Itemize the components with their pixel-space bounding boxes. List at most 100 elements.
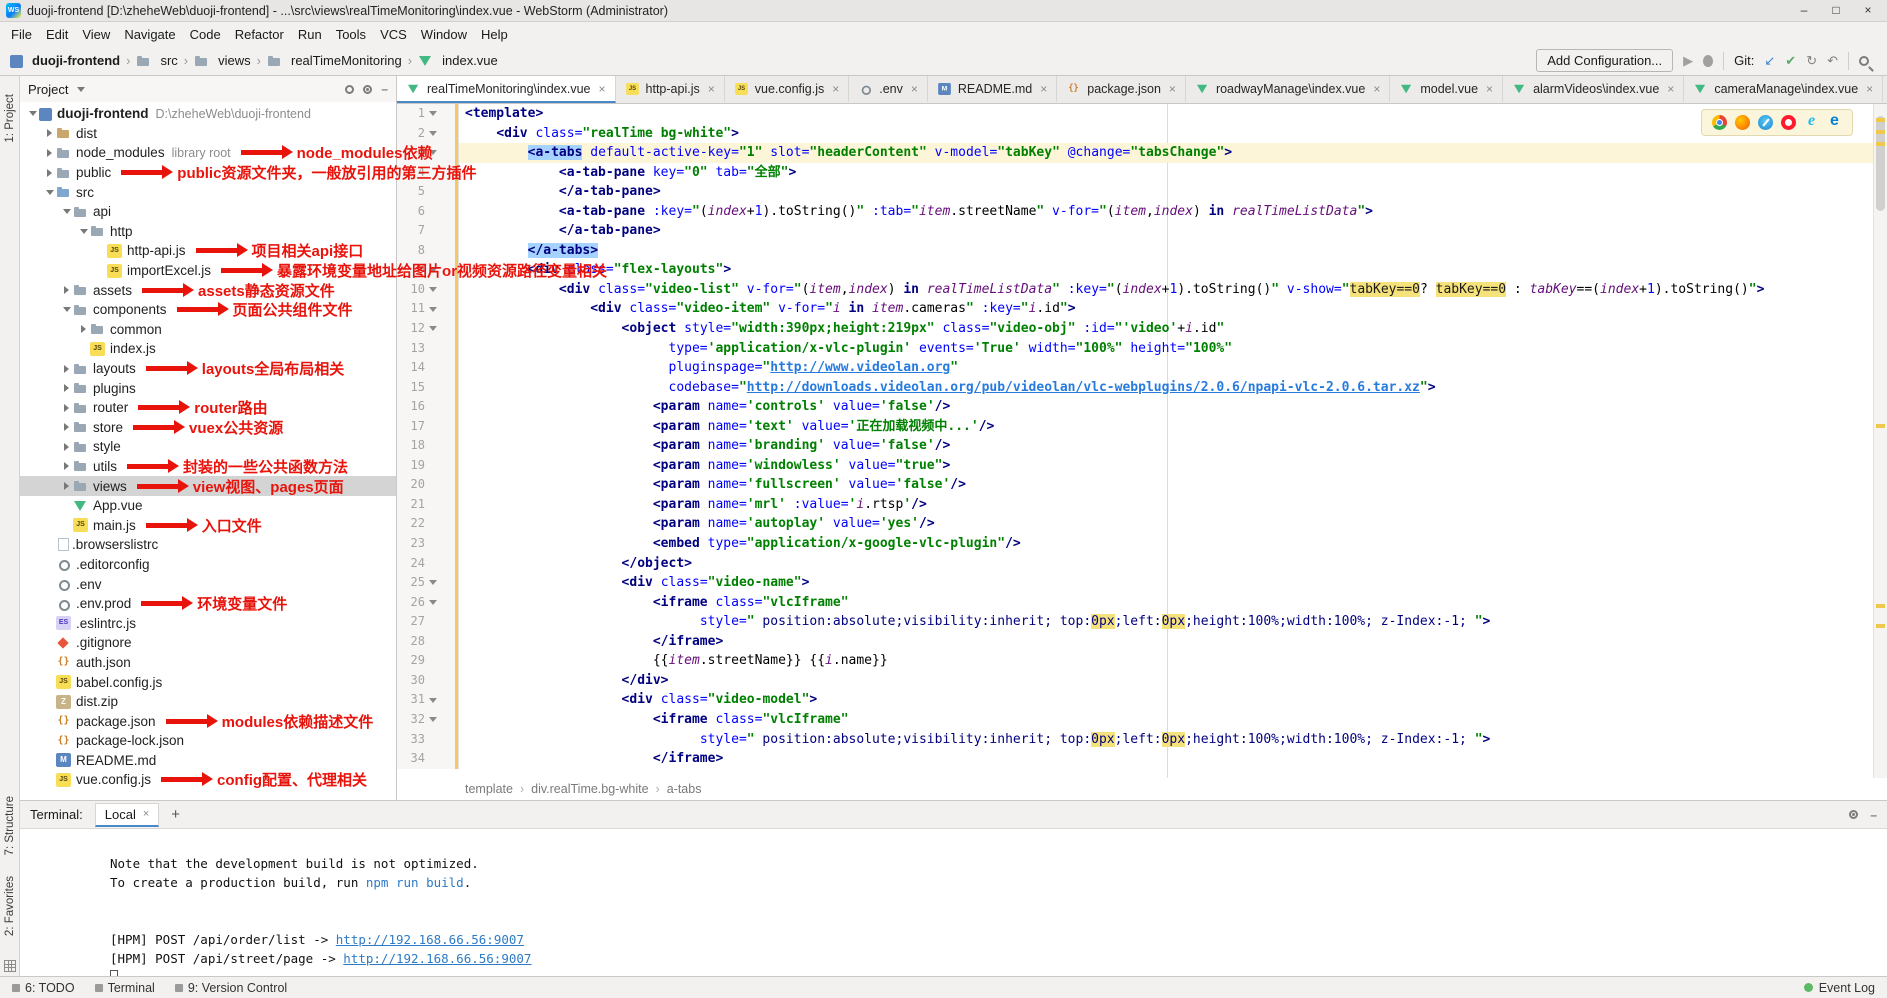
tree-item-readme-md[interactable]: README.md: [20, 751, 396, 771]
editor-tab-realtimemonitoring-index-vue[interactable]: realTimeMonitoring\index.vue×: [397, 76, 616, 103]
tree-item-gitignore[interactable]: .gitignore: [20, 633, 396, 653]
fold-icon[interactable]: [425, 326, 441, 331]
menu-edit[interactable]: Edit: [39, 25, 75, 44]
menu-refactor[interactable]: Refactor: [228, 25, 291, 44]
code-line-27[interactable]: 27 style=" position:absolute;visibility:…: [397, 612, 1873, 632]
tree-item-dist-zip[interactable]: dist.zip: [20, 692, 396, 712]
code-line-28[interactable]: 28 </iframe>: [397, 632, 1873, 652]
hide-panel-icon[interactable]: –: [381, 82, 388, 96]
menu-vcs[interactable]: VCS: [373, 25, 414, 44]
code-line-21[interactable]: 21 <param name='mrl' :value='i.rtsp'/>: [397, 495, 1873, 515]
tree-item-components[interactable]: components页面公共组件文件: [20, 300, 396, 320]
tree-item-browserslistrc[interactable]: .browserslistrc: [20, 535, 396, 555]
close-icon[interactable]: ×: [708, 82, 715, 96]
menu-run[interactable]: Run: [291, 25, 329, 44]
editor-breadcrumb-template[interactable]: template: [465, 782, 513, 796]
locate-file-icon[interactable]: [345, 85, 354, 94]
chevron-down-icon[interactable]: [77, 229, 90, 234]
editor-tab-alarmvideos-index-vue[interactable]: alarmVideos\index.vue×: [1503, 76, 1684, 103]
chevron-right-icon[interactable]: [43, 149, 56, 157]
close-icon[interactable]: ×: [911, 82, 918, 96]
code-line-22[interactable]: 22 <param name='autoplay' value='yes'/>: [397, 514, 1873, 534]
search-everywhere-icon[interactable]: [1859, 56, 1869, 66]
chevron-right-icon[interactable]: [43, 129, 56, 137]
tree-item-auth-json[interactable]: auth.json: [20, 653, 396, 673]
tree-item-node-modules[interactable]: node_moduleslibrary rootnode_modules依赖: [20, 143, 396, 163]
close-button[interactable]: ×: [1853, 2, 1883, 20]
fold-icon[interactable]: [425, 580, 441, 585]
tree-item-dist[interactable]: dist: [20, 124, 396, 144]
code-line-32[interactable]: 32 <iframe class="vlcIframe": [397, 710, 1873, 730]
chevron-right-icon[interactable]: [43, 169, 56, 177]
minimize-button[interactable]: –: [1789, 2, 1819, 20]
editor-tab-package-json[interactable]: package.json×: [1057, 76, 1186, 103]
tool-windows-grid-icon[interactable]: [4, 960, 16, 972]
chevron-down-icon[interactable]: [26, 111, 39, 116]
editor-tab-model-vue[interactable]: model.vue×: [1390, 76, 1503, 103]
tree-item-env-prod[interactable]: .env.prod环境变量文件: [20, 594, 396, 614]
editor-scrollbar[interactable]: [1873, 104, 1887, 778]
breadcrumb-item-views[interactable]: views: [194, 53, 251, 68]
menu-navigate[interactable]: Navigate: [117, 25, 182, 44]
close-icon[interactable]: ×: [1373, 82, 1380, 96]
close-icon[interactable]: ×: [832, 82, 839, 96]
tree-item-api[interactable]: api: [20, 202, 396, 222]
chevron-right-icon[interactable]: [60, 365, 73, 373]
tree-item-app-vue[interactable]: App.vue: [20, 496, 396, 516]
maximize-button[interactable]: □: [1821, 2, 1851, 20]
fold-icon[interactable]: [425, 698, 441, 703]
minimize-terminal-icon[interactable]: –: [1870, 808, 1877, 822]
close-icon[interactable]: ×: [1866, 82, 1873, 96]
status-9-version-control[interactable]: 9: Version Control: [175, 981, 287, 995]
code-line-2[interactable]: 2 <div class="realTime bg-white">: [397, 124, 1873, 144]
status-terminal[interactable]: Terminal: [95, 981, 155, 995]
chevron-right-icon[interactable]: [60, 482, 73, 490]
tree-item-views[interactable]: viewsview视图、pages页面: [20, 476, 396, 496]
fold-icon[interactable]: [425, 131, 441, 136]
tool-window-button-2-favorites[interactable]: 2: Favorites: [4, 876, 16, 936]
code-line-5[interactable]: 5 </a-tab-pane>: [397, 182, 1873, 202]
tree-item-env[interactable]: .env: [20, 574, 396, 594]
menu-help[interactable]: Help: [474, 25, 515, 44]
code-line-11[interactable]: 11 <div class="video-item" v-for="i in i…: [397, 299, 1873, 319]
close-icon[interactable]: ×: [1040, 82, 1047, 96]
debug-button[interactable]: [1703, 55, 1713, 67]
tab-list-icon[interactable]: [1883, 81, 1887, 99]
tree-item-store[interactable]: storevuex公共资源: [20, 418, 396, 438]
add-configuration-button[interactable]: Add Configuration...: [1536, 49, 1673, 72]
code-line-9[interactable]: 9 <div class="flex-layouts">: [397, 260, 1873, 280]
chevron-right-icon[interactable]: [60, 462, 73, 470]
code-line-1[interactable]: 1<template>: [397, 104, 1873, 124]
chevron-down-icon[interactable]: [43, 190, 56, 195]
close-icon[interactable]: ×: [599, 82, 606, 96]
chevron-down-icon[interactable]: [60, 209, 73, 214]
run-button[interactable]: ▶: [1683, 53, 1693, 69]
tree-item-package-json[interactable]: package.jsonmodules依赖描述文件: [20, 711, 396, 731]
close-icon[interactable]: ×: [143, 808, 149, 820]
status-6-todo[interactable]: 6: TODO: [12, 981, 75, 995]
code-line-34[interactable]: 34 </iframe>: [397, 749, 1873, 769]
breadcrumb-item-duoji-frontend[interactable]: duoji-frontend: [10, 53, 120, 68]
chevron-right-icon[interactable]: [60, 423, 73, 431]
code-line-10[interactable]: 10 <div class="video-list" v-for="(item,…: [397, 280, 1873, 300]
code-line-26[interactable]: 26 <iframe class="vlcIframe": [397, 593, 1873, 613]
git-update-icon[interactable]: ↙: [1764, 53, 1775, 69]
tree-item-eslintrc-js[interactable]: .eslintrc.js: [20, 613, 396, 633]
event-log[interactable]: Event Log: [1819, 981, 1875, 995]
editor-tab-readme-md[interactable]: README.md×: [928, 76, 1057, 103]
tree-item-main-js[interactable]: main.js入口文件: [20, 515, 396, 535]
tree-item-utils[interactable]: utils封装的一些公共函数方法: [20, 457, 396, 477]
code-line-15[interactable]: 15 codebase="http://downloads.videolan.o…: [397, 378, 1873, 398]
project-view-selector[interactable]: Project: [28, 82, 87, 97]
code-line-4[interactable]: 4 <a-tab-pane key="0" tab="全部">: [397, 163, 1873, 183]
code-line-31[interactable]: 31 <div class="video-model">: [397, 690, 1873, 710]
git-commit-icon[interactable]: ✔: [1785, 53, 1796, 69]
tree-item-package-lock-json[interactable]: package-lock.json: [20, 731, 396, 751]
code-line-33[interactable]: 33 style=" position:absolute;visibility:…: [397, 730, 1873, 750]
code-line-6[interactable]: 6 <a-tab-pane :key="(index+1).toString()…: [397, 202, 1873, 222]
code-line-8[interactable]: 8 </a-tabs>: [397, 241, 1873, 261]
chevron-right-icon[interactable]: [60, 384, 73, 392]
code-line-12[interactable]: 12 <object style="width:390px;height:219…: [397, 319, 1873, 339]
ie-browser-icon[interactable]: [1804, 115, 1819, 130]
tool-window-button-1-project[interactable]: 1: Project: [4, 94, 16, 143]
